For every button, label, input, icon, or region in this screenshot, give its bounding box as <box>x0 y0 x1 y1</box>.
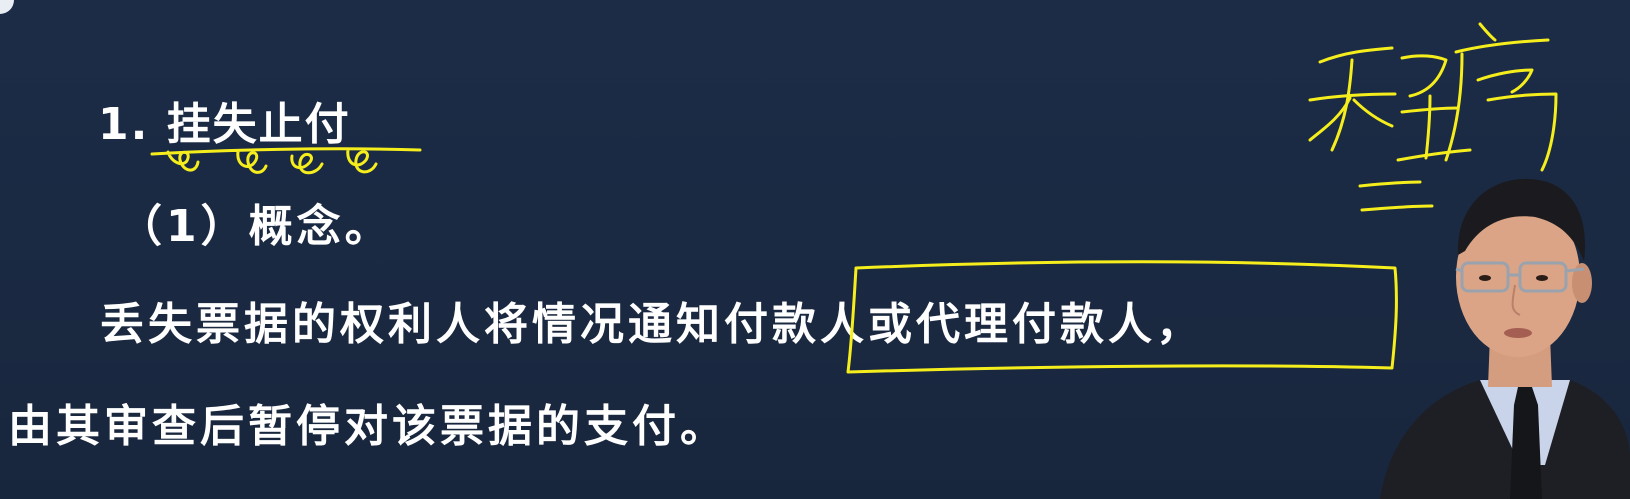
lecture-slide: 1. 挂失止付 （1）概念。 丢失票据的权利人将情况通知付款人或代理付款人， 由… <box>0 0 1630 499</box>
handwritten-note-cheng-xu <box>1308 22 1558 172</box>
presenter-tie <box>1510 387 1542 499</box>
wavy-underline <box>150 147 422 175</box>
presenter-video <box>1380 178 1630 499</box>
highlight-box <box>846 260 1398 374</box>
